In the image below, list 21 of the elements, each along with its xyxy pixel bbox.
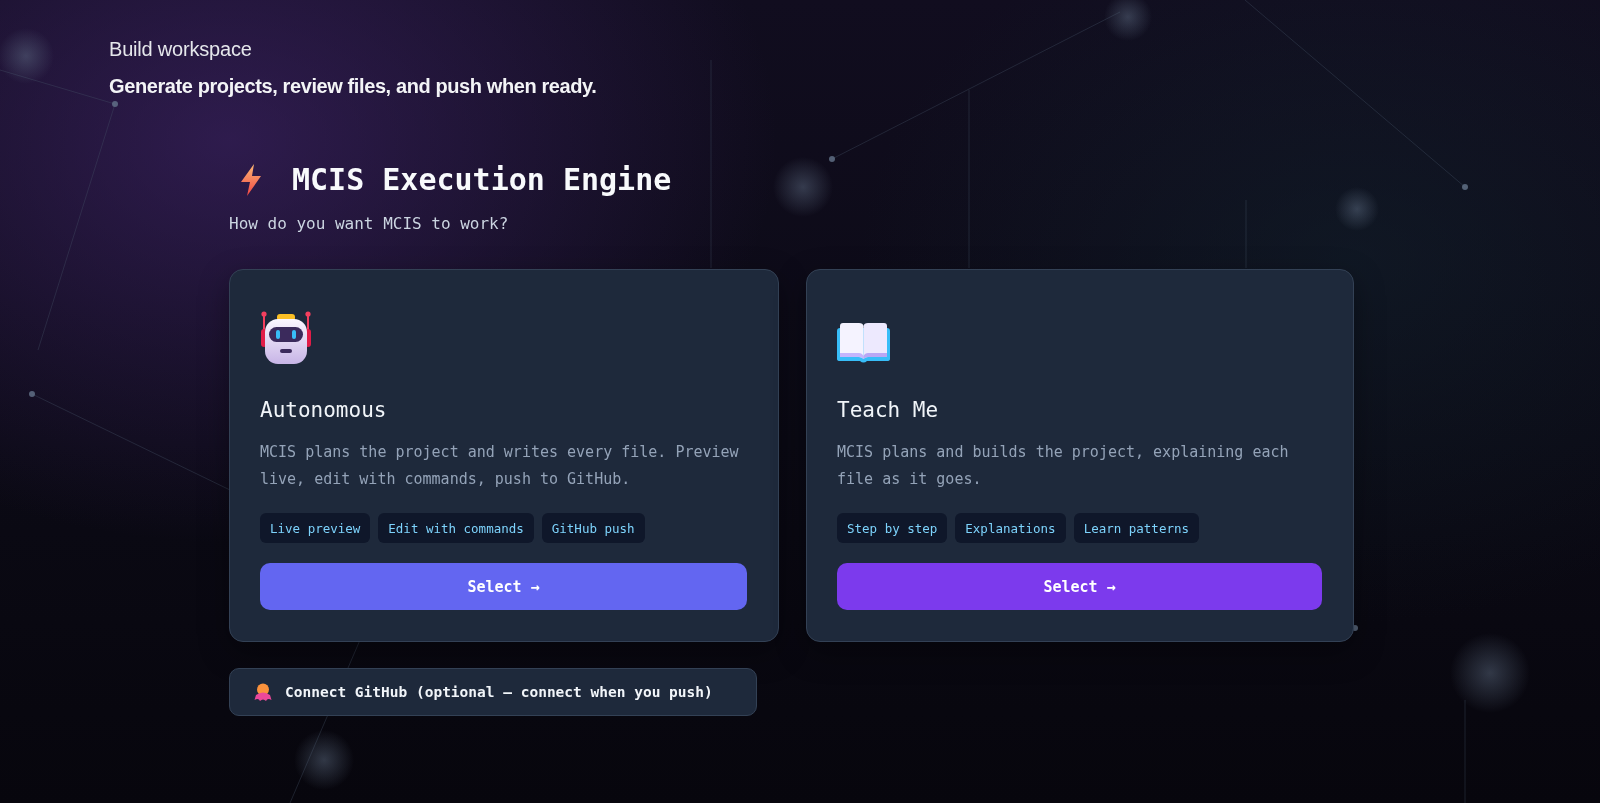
connect-github-button[interactable]: Connect GitHub (optional — connect when you push)	[229, 668, 757, 716]
select-button[interactable]: Select →	[260, 563, 747, 610]
engine-title: MCIS Execution Engine	[292, 161, 672, 199]
feature-tag: Edit with commands	[378, 513, 534, 543]
engine-prompt: How do you want MCIS to work?	[229, 213, 510, 235]
robot-icon	[260, 311, 312, 364]
octopus-icon	[254, 683, 272, 701]
feature-tag: GitHub push	[541, 513, 645, 543]
mode-description: MCIS plans the project and writes every file. Preview live, edit with commands, push to GitHub.	[260, 442, 740, 490]
mode-title: Teach Me	[837, 397, 940, 424]
mode-description: MCIS plans and builds the project, explaining each file as it goes.	[837, 442, 1290, 490]
feature-tag: Explanations	[955, 513, 1066, 543]
feature-tag: Live preview	[260, 513, 371, 543]
feature-tag: Learn patterns	[1073, 513, 1199, 543]
page-title: Build workspace	[109, 37, 253, 61]
page-subtitle: Generate projects, review files, and push when ready.	[109, 74, 598, 98]
feature-tag: Step by step	[837, 513, 948, 543]
lightning-icon	[241, 164, 261, 196]
select-button[interactable]: Select →	[837, 563, 1322, 610]
open-book-icon	[837, 323, 890, 364]
mode-title: Autonomous	[260, 397, 388, 424]
